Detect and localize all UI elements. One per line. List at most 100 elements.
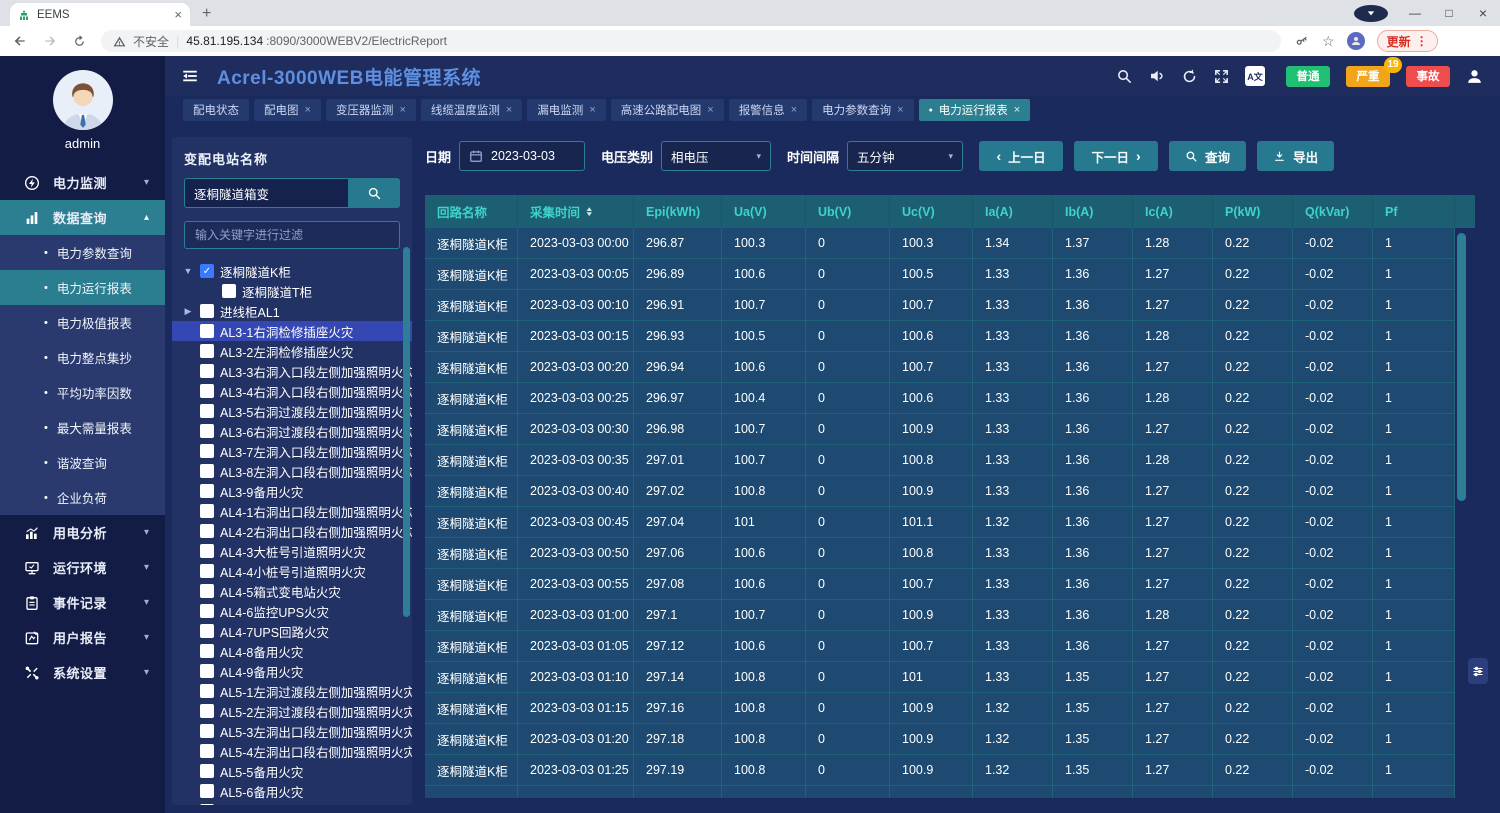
tree-checkbox[interactable] bbox=[200, 364, 214, 378]
translate-icon[interactable]: A文 bbox=[1245, 66, 1265, 86]
tab-close-icon[interactable]: × bbox=[305, 104, 311, 116]
column-header[interactable]: Q(kVar) bbox=[1293, 195, 1373, 228]
column-header[interactable]: 采集时间▲▼ bbox=[518, 195, 634, 228]
table-row[interactable]: 逐桐隧道K柜2023-03-03 00:25296.97100.40100.61… bbox=[425, 383, 1455, 414]
sidebar-subitem[interactable]: •最大需量报表 bbox=[0, 410, 165, 445]
workspace-tab-7[interactable]: 报警信息× bbox=[729, 99, 807, 121]
column-header[interactable]: Uc(V) bbox=[890, 195, 973, 228]
prev-day-button[interactable]: ‹ 上一日 bbox=[979, 141, 1063, 171]
interval-select[interactable]: 五分钟 ▾ bbox=[847, 141, 963, 171]
next-day-button[interactable]: 下一日 › bbox=[1074, 141, 1158, 171]
table-row[interactable]: 逐桐隧道K柜2023-03-03 00:35297.01100.70100.81… bbox=[425, 445, 1455, 476]
column-header[interactable]: Ua(V) bbox=[722, 195, 806, 228]
sidebar-subitem[interactable]: •电力整点集抄 bbox=[0, 340, 165, 375]
address-bar[interactable]: 不安全 | 45.81.195.134 :8090/3000WEBV2/Elec… bbox=[101, 30, 1281, 52]
tree-node[interactable]: AL3-7左洞入口段左侧加强照明火灾 bbox=[172, 441, 412, 461]
sidebar-item-user-report[interactable]: 用户报告▾ bbox=[0, 620, 165, 655]
tree-checkbox[interactable] bbox=[200, 424, 214, 438]
alarm-badge-severe[interactable]: 严重19 bbox=[1346, 66, 1390, 87]
column-header[interactable]: Ia(A) bbox=[973, 195, 1053, 228]
tree-checkbox[interactable] bbox=[200, 784, 214, 798]
tree-checkbox[interactable] bbox=[200, 564, 214, 578]
date-input[interactable]: 2023-03-03 bbox=[459, 141, 585, 171]
tree-checkbox[interactable] bbox=[200, 764, 214, 778]
tree-checkbox[interactable] bbox=[200, 464, 214, 478]
column-header[interactable]: Ub(V) bbox=[806, 195, 890, 228]
column-header[interactable]: Ib(A) bbox=[1053, 195, 1133, 228]
table-row[interactable]: 逐桐隧道K柜2023-03-03 00:40297.02100.80100.91… bbox=[425, 476, 1455, 507]
tab-close-icon[interactable]: × bbox=[589, 104, 595, 116]
refresh-icon[interactable] bbox=[1181, 68, 1198, 85]
tree-node[interactable]: AL5-2左洞过渡段右侧加强照明火灾 bbox=[172, 701, 412, 721]
sidebar-subitem[interactable]: •电力参数查询 bbox=[0, 235, 165, 270]
table-scrollbar[interactable] bbox=[1457, 233, 1466, 501]
tab-close-icon[interactable]: × bbox=[174, 7, 182, 22]
table-row[interactable]: 逐桐隧道K柜2023-03-03 00:45297.041010101.11.3… bbox=[425, 507, 1455, 538]
tree-node[interactable]: 逐桐隧道T柜 bbox=[172, 281, 412, 301]
expander-closed-icon[interactable]: ▶ bbox=[182, 306, 194, 317]
tree-node[interactable]: AL3-3右洞入口段左侧加强照明火灾 bbox=[172, 361, 412, 381]
sidebar-subitem[interactable]: •企业负荷 bbox=[0, 480, 165, 515]
tree-checkbox[interactable] bbox=[200, 624, 214, 638]
tab-close-icon[interactable]: × bbox=[1014, 104, 1020, 116]
reload-icon[interactable] bbox=[72, 34, 87, 49]
alarm-badge-accident[interactable]: 事故 bbox=[1406, 66, 1450, 87]
tab-close-icon[interactable]: × bbox=[791, 104, 797, 116]
workspace-tab-6[interactable]: 高速公路配电图× bbox=[611, 99, 724, 121]
table-row[interactable]: 逐桐隧道K柜2023-03-03 00:15296.93100.50100.61… bbox=[425, 321, 1455, 352]
sidebar-item-power-monitoring[interactable]: 电力监测▾ bbox=[0, 165, 165, 200]
tree-scrollbar[interactable] bbox=[403, 247, 410, 617]
tab-close-icon[interactable]: × bbox=[707, 104, 713, 116]
tree-node[interactable]: AL4-9备用火灾 bbox=[172, 661, 412, 681]
tree-node[interactable]: AL3-4右洞入口段右侧加强照明火灾 bbox=[172, 381, 412, 401]
table-row[interactable]: 逐桐隧道K柜2023-03-03 00:55297.08100.60100.71… bbox=[425, 569, 1455, 600]
tree-node[interactable]: AL4-4小桩号引道照明火灾 bbox=[172, 561, 412, 581]
browser-tab[interactable]: EEMS × bbox=[10, 3, 190, 26]
tree-node[interactable]: AL3-5右洞过渡段左侧加强照明火灾 bbox=[172, 401, 412, 421]
alarm-badge-normal[interactable]: 普通 bbox=[1286, 66, 1330, 87]
table-row[interactable]: 逐桐隧道K柜2023-03-03 01:20297.18100.80100.91… bbox=[425, 724, 1455, 755]
table-row[interactable]: 逐桐隧道K柜2023-03-03 00:10296.91100.70100.71… bbox=[425, 290, 1455, 321]
tree-checkbox[interactable] bbox=[200, 804, 214, 805]
tree-checkbox[interactable] bbox=[200, 404, 214, 418]
table-row[interactable]: 逐桐隧道K柜2023-03-03 01:10297.14100.801011.3… bbox=[425, 662, 1455, 693]
sort-icon[interactable]: ▲▼ bbox=[586, 207, 592, 217]
tab-close-icon[interactable]: × bbox=[399, 104, 405, 116]
sidebar-item-event-log[interactable]: 事件记录▾ bbox=[0, 585, 165, 620]
workspace-tab-8[interactable]: 电力参数查询× bbox=[812, 99, 913, 121]
browser-profile-avatar[interactable] bbox=[1347, 32, 1365, 50]
table-row[interactable]: 逐桐隧道K柜2023-03-03 00:50297.06100.60100.81… bbox=[425, 538, 1455, 569]
tree-node[interactable]: AL3-6右洞过渡段右侧加强照明火灾 bbox=[172, 421, 412, 441]
column-header[interactable]: 回路名称 bbox=[425, 195, 518, 228]
tree-checkbox[interactable] bbox=[200, 344, 214, 358]
tab-close-icon[interactable]: × bbox=[506, 104, 512, 116]
table-row[interactable]: 逐桐隧道K柜2023-03-03 00:00296.87100.30100.31… bbox=[425, 228, 1455, 259]
sidebar-subitem[interactable]: •电力运行报表 bbox=[0, 270, 165, 305]
tree-checkbox[interactable] bbox=[200, 304, 214, 318]
tree-checkbox[interactable] bbox=[200, 604, 214, 618]
workspace-tab-2[interactable]: 配电图× bbox=[254, 99, 321, 121]
sidebar-item-data-query[interactable]: 数据查询▴ bbox=[0, 200, 165, 235]
speaker-icon[interactable] bbox=[1148, 67, 1166, 85]
tree-checkbox[interactable] bbox=[222, 284, 236, 298]
column-header[interactable]: P(kW) bbox=[1213, 195, 1293, 228]
table-row[interactable]: 逐桐隧道K柜2023-03-03 01:00297.1100.70100.91.… bbox=[425, 600, 1455, 631]
new-tab-button[interactable]: + bbox=[202, 5, 211, 26]
sidebar-item-usage-analysis[interactable]: 用电分析▾ bbox=[0, 515, 165, 550]
user-avatar[interactable] bbox=[53, 70, 113, 130]
workspace-tab-9[interactable]: ●电力运行报表× bbox=[919, 99, 1031, 121]
workspace-tab-3[interactable]: 变压器监测× bbox=[326, 99, 416, 121]
table-row[interactable]: 逐桐隧道K柜2023-03-03 00:20296.94100.60100.71… bbox=[425, 352, 1455, 383]
tree-checkbox[interactable] bbox=[200, 544, 214, 558]
column-header[interactable]: Pf bbox=[1373, 195, 1455, 228]
tree-node[interactable]: ▼✓逐桐隧道K柜 bbox=[172, 261, 412, 281]
station-search-input[interactable] bbox=[184, 178, 348, 208]
tree-checkbox[interactable] bbox=[200, 704, 214, 718]
tree-node[interactable]: AL4-5箱式变电站火灾 bbox=[172, 581, 412, 601]
tree-node[interactable]: AL3-1右洞检修插座火灾 bbox=[172, 321, 412, 341]
tree-node[interactable]: AL5-4左洞出口段右侧加强照明火灾 bbox=[172, 741, 412, 761]
table-row[interactable]: 逐桐隧道K柜2023-03-03 00:05296.89100.60100.51… bbox=[425, 259, 1455, 290]
tree-checkbox[interactable] bbox=[200, 664, 214, 678]
sidebar-item-environment[interactable]: 运行环境▾ bbox=[0, 550, 165, 585]
tree-node[interactable]: AL4-7UPS回路火灾 bbox=[172, 621, 412, 641]
